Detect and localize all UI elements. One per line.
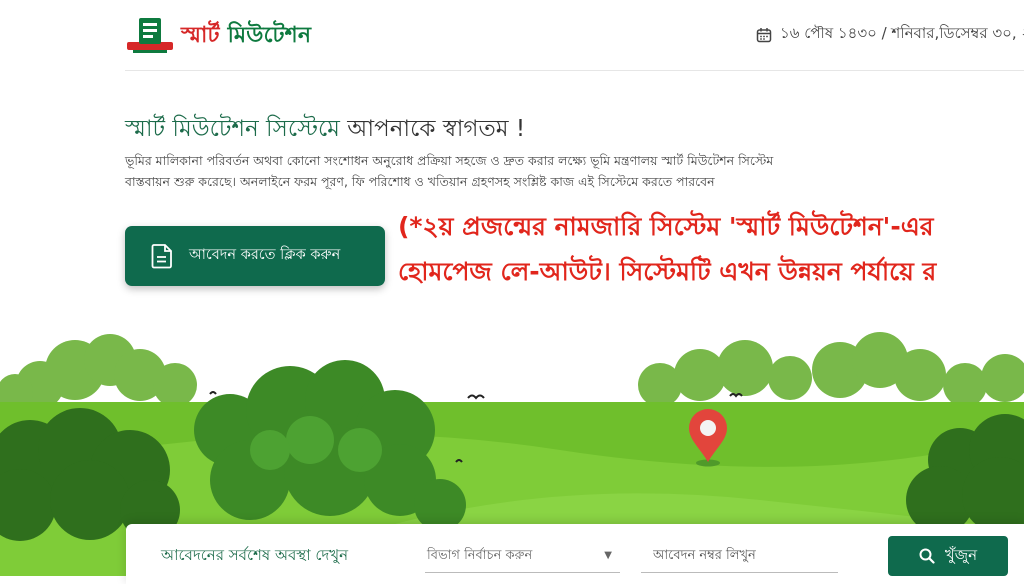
- apply-button[interactable]: আবেদন করতে ক্লিক করুন: [125, 226, 385, 286]
- header-divider: [125, 70, 1024, 71]
- search-button-label: খুঁজুন: [944, 545, 978, 564]
- search-button[interactable]: খুঁজুন: [888, 536, 1008, 576]
- notice-line-1: (*২য় প্রজন্মের নামজারি সিস্টেম 'স্মার্ট…: [398, 212, 934, 241]
- division-select-value: বিভাগ নির্বাচন করুন: [427, 548, 533, 563]
- page-title: স্মার্ট মিউটেশন সিস্টেমে আপনাকে স্বাগতম …: [125, 110, 525, 149]
- division-select[interactable]: বিভাগ নির্বাচন করুন ▼: [425, 538, 620, 573]
- apply-button-label: আবেদন করতে ক্লিক করুন: [189, 247, 341, 263]
- application-status-panel: আবেদনের সর্বশেষ অবস্থা দেখুন বিভাগ নির্ব…: [126, 524, 1024, 584]
- notice-line-2: হোমপেজ লে-আউট। সিস্টেমটি এখন উন্নয়ন পর্…: [398, 257, 937, 286]
- logo-text-part1: স্মার্ট: [181, 22, 220, 48]
- logo-icon: [127, 18, 173, 53]
- title-green: স্মার্ট মিউটেশন সিস্টেমে: [125, 116, 340, 142]
- welcome-description: ভূমির মালিকানা পরিবর্তন অথবা কোনো সংশোধন…: [125, 153, 774, 189]
- calendar-icon: [756, 27, 772, 42]
- site-logo[interactable]: স্মার্ট মিউটেশন: [125, 16, 311, 56]
- search-icon: [919, 548, 935, 564]
- date-display: ১৬ পৌষ ১৪৩০ / শনিবার,ডিসেম্বর ৩০, ২: [756, 22, 1024, 47]
- date-text: ১৬ পৌষ ১৪৩০ / শনিবার,ডিসেম্বর ৩০, ২: [780, 24, 1024, 42]
- status-search-label: আবেদনের সর্বশেষ অবস্থা দেখুন: [161, 546, 349, 564]
- development-notice: (*২য় প্রজন্মের নামজারি সিস্টেম 'স্মার্ট…: [398, 204, 1024, 294]
- title-dark: আপনাকে স্বাগতম !: [347, 116, 526, 142]
- document-icon: [151, 244, 172, 269]
- application-number-input[interactable]: [641, 538, 838, 573]
- header: স্মার্ট মিউটেশন ১৬ পৌষ ১৪৩০ / শনিবার,ডিস…: [0, 0, 1024, 70]
- logo-text: স্মার্ট মিউটেশন: [181, 18, 311, 55]
- chevron-down-icon: ▼: [604, 550, 612, 561]
- logo-text-part2: মিউটেশন: [227, 22, 312, 48]
